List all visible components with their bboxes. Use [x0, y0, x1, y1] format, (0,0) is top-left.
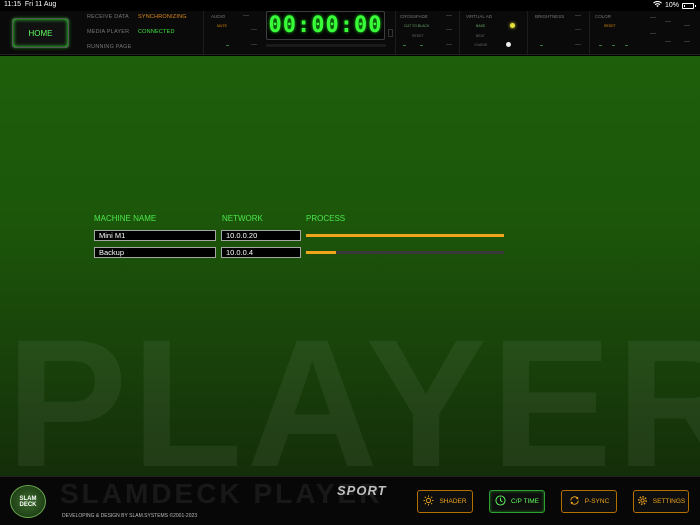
- divider: [395, 11, 396, 54]
- p-sync-button-label: P-SYNC: [584, 498, 610, 505]
- crossfade-fader-tick: [446, 29, 452, 30]
- timeline-scrubber[interactable]: [266, 44, 386, 47]
- color-label: COLOR: [595, 14, 612, 19]
- virtual-ad-toggle[interactable]: [506, 42, 511, 47]
- process-progress-bar: [306, 251, 504, 254]
- audio-fader-tick: [251, 44, 257, 45]
- virtual-ad-active-indicator[interactable]: [510, 23, 515, 28]
- running-page-label: RUNNING PAGE: [87, 44, 132, 50]
- crossfade-indicator: [403, 45, 406, 46]
- color-fader-tick[interactable]: [684, 25, 690, 26]
- audio-fader-tick: [251, 29, 257, 30]
- divider: [589, 11, 590, 54]
- media-player-value: CONNECTED: [138, 29, 175, 35]
- brightness-fader-tick[interactable]: [575, 15, 581, 16]
- virtual-ad-label: VIRTUAL AD: [466, 14, 493, 19]
- gear-icon: [637, 495, 648, 508]
- clock: 11:15 Fri 11 Aug: [4, 1, 56, 8]
- crossfade-label: CROSSFADE: [400, 14, 428, 19]
- audio-level-indicator: [226, 45, 229, 46]
- process-progress-bar: [306, 234, 504, 237]
- background-watermark: PLAYER: [6, 301, 700, 476]
- cp-time-button[interactable]: C/P TIME: [489, 490, 545, 513]
- footer-bar: SLAM DECK SLAMDECK PLAYER SPORT DEVELOPI…: [0, 476, 700, 525]
- mute-label[interactable]: MUTE: [217, 24, 227, 28]
- control-bar: HOME RECEIVE DATA SYNCHRONIZING MEDIA PL…: [0, 11, 700, 55]
- brightness-indicator: [540, 45, 543, 46]
- system-status-bar: 11:15 Fri 11 Aug 10%: [0, 0, 700, 11]
- audio-fader-tick: [243, 15, 249, 16]
- sync-icon: [569, 495, 580, 508]
- clock-time: 11:15: [4, 1, 21, 8]
- battery-icon: [682, 2, 696, 9]
- cp-time-button-label: C/P TIME: [511, 498, 539, 505]
- color-reset[interactable]: RESET: [604, 24, 616, 28]
- status-icons: 10%: [653, 0, 696, 10]
- color-fader-tick[interactable]: [650, 17, 656, 18]
- process-progress-fill: [306, 251, 336, 254]
- clock-date: Fri 11 Aug: [24, 1, 57, 8]
- slamdeck-logo: SLAM DECK: [10, 485, 46, 518]
- network-field[interactable]: 10.0.0.20: [221, 230, 301, 241]
- color-fader-tick[interactable]: [650, 33, 656, 34]
- color-fader-tick[interactable]: [684, 41, 690, 42]
- divider: [459, 11, 460, 54]
- color-fader-tick[interactable]: [665, 41, 671, 42]
- color-channel-indicator: [625, 45, 628, 46]
- media-player-label: MEDIA PLAYER: [87, 29, 130, 35]
- shader-button-label: SHADER: [439, 498, 467, 505]
- divider: [203, 11, 204, 54]
- clock-icon: [495, 495, 506, 508]
- virtual-ad-item[interactable]: BEAT: [476, 34, 485, 38]
- p-sync-button[interactable]: P-SYNC: [561, 490, 617, 513]
- logo-text: DECK: [19, 501, 37, 508]
- brightness-fader-tick[interactable]: [575, 44, 581, 45]
- settings-button-label: SETTINGS: [652, 498, 686, 505]
- battery-percent: 10%: [664, 2, 679, 9]
- network-header: NETWORK: [222, 214, 263, 223]
- crossfade-indicator: [420, 45, 423, 46]
- color-channel-indicator: [599, 45, 602, 46]
- crossfade-mode[interactable]: CUT TO BLACK: [404, 24, 429, 28]
- timecode-display: 00:00:00: [266, 11, 385, 40]
- process-header: PROCESS: [306, 214, 346, 223]
- settings-button[interactable]: SETTINGS: [633, 490, 689, 513]
- crossfade-reset[interactable]: RESET: [412, 34, 424, 38]
- network-field[interactable]: 10.0.0.4: [221, 247, 301, 258]
- crossfade-fader-tick: [446, 15, 452, 16]
- wifi-icon: [653, 0, 662, 10]
- machine-name-header: MACHINE NAME: [94, 214, 157, 223]
- virtual-ad-item[interactable]: BASE: [476, 24, 485, 28]
- copyright-text: DEVELOPING & DESIGN BY SLAM.SYSTEMS ©200…: [62, 513, 198, 519]
- sun-icon: [423, 495, 434, 508]
- edition-label: SPORT: [337, 483, 387, 498]
- footer-watermark: SLAMDECK PLAYER: [60, 478, 383, 509]
- receive-data-value: SYNCHRONIZING: [138, 14, 187, 20]
- crossfade-fader-tick: [446, 44, 452, 45]
- receive-data-label: RECEIVE DATA: [87, 14, 129, 20]
- brightness-label: BRIGHTNESS: [535, 14, 565, 19]
- divider: [527, 11, 528, 54]
- timer-lock-icon[interactable]: [388, 29, 393, 37]
- brightness-fader-tick[interactable]: [575, 29, 581, 30]
- virtual-ad-item[interactable]: CHAINS: [474, 43, 487, 47]
- color-fader-tick[interactable]: [665, 21, 671, 22]
- home-button[interactable]: HOME: [12, 18, 69, 48]
- machine-name-field[interactable]: Mini M1: [94, 230, 216, 241]
- shader-button[interactable]: SHADER: [417, 490, 473, 513]
- color-channel-indicator: [612, 45, 615, 46]
- audio-label: AUDIO: [211, 14, 226, 19]
- process-progress-fill: [306, 234, 504, 237]
- player-stage: PLAYER MACHINE NAME NETWORK PROCESS Mini…: [0, 56, 700, 476]
- machine-name-field[interactable]: Backup: [94, 247, 216, 258]
